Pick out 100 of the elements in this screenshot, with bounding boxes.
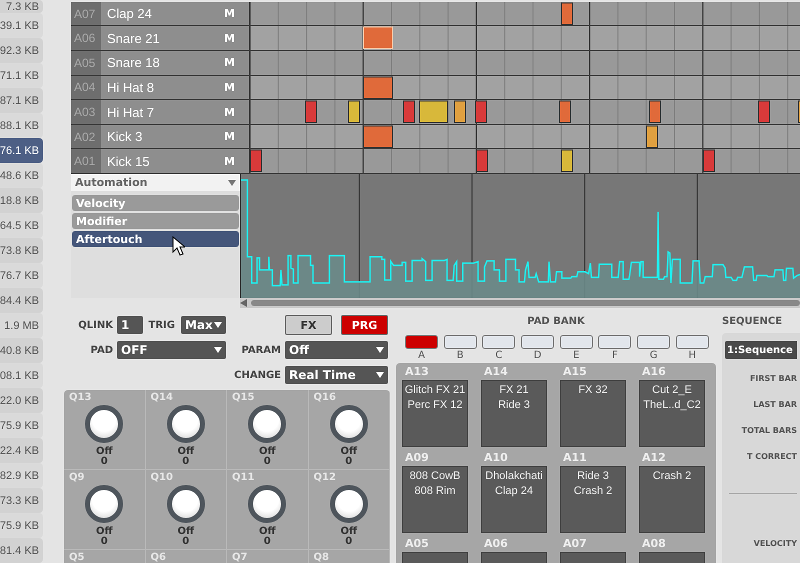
change-dropdown[interactable]: Real Time [285,366,388,384]
knob-param-name: Off [177,447,194,457]
track-name: Hi Hat 7 [101,100,224,124]
file-size-item[interactable]: 39.1 KB [0,13,43,38]
sequence-field-label: T CORRECT [746,450,797,462]
knob[interactable] [330,485,368,523]
file-size-item[interactable]: 40.8 KB [0,338,43,363]
pad[interactable]: Glitch FX 21 Perc FX 12 [402,380,468,447]
knob-value: 0 [100,537,108,547]
bank-button[interactable] [405,335,438,349]
knob-label: Q9 [69,472,84,483]
pad[interactable]: Ride 3 Crash 2 [560,466,626,533]
file-size-item[interactable]: 18.8 KB [0,188,43,213]
scroll-left-icon[interactable] [240,299,247,307]
file-size-item[interactable]: 75.9 KB [0,413,43,438]
knob-param-name: Off [340,447,358,457]
file-size-item[interactable]: 1.9 MB [0,313,43,338]
automation-lane-item[interactable]: Aftertouch [72,231,239,247]
knob-value: 0 [345,537,352,547]
knob[interactable] [330,405,368,443]
pad[interactable]: Cut 2_E TheL..d_C2 [639,380,705,447]
pad-sample-name: Crash 2 [574,485,612,497]
mute-button[interactable]: M [224,2,249,26]
pad-sample-name: TheL..d_C2 [643,399,701,411]
file-size-item[interactable]: 88.1 KB [0,113,43,138]
file-size-item[interactable]: 76.1 KB [0,138,43,163]
knob[interactable] [85,405,124,443]
mute-button[interactable]: M [224,51,249,75]
file-size-item[interactable]: 73.8 KB [0,238,43,263]
bank-button[interactable] [560,335,593,349]
mode-button[interactable]: FX [285,315,332,335]
file-size-item[interactable]: 22.4 KB [0,438,43,463]
file-size-item[interactable]: 22.0 KB [0,388,43,413]
trig-dropdown[interactable]: Max [180,316,226,334]
bank-button[interactable] [598,335,632,349]
knob-param-name: Off [258,527,276,537]
knob[interactable] [248,405,286,443]
pad-sample-name: Perc FX 12 [407,399,463,411]
pad-dropdown[interactable]: OFF [117,341,226,359]
pad[interactable]: 808 CowB 808 Rim [402,466,468,533]
knob[interactable] [166,485,205,523]
pad-id: A08 [642,537,667,552]
file-size-item[interactable]: 08.1 KB [0,363,43,388]
mute-button[interactable]: M [224,100,249,124]
pad[interactable]: Crash 2 [639,466,705,533]
file-size-item[interactable]: 73.3 KB [0,488,43,513]
file-size-item[interactable]: 71.1 KB [0,63,43,88]
automation-dropdown[interactable]: Automation [71,174,240,191]
pad[interactable]: FX 32 [560,380,626,447]
pad-id: A16 [642,365,667,380]
qlink-field[interactable]: 1 [117,316,143,334]
mute-button[interactable]: M [224,124,249,148]
scrollbar-thumb[interactable] [251,300,800,306]
mode-button[interactable]: PRG [341,315,388,335]
file-size-item[interactable]: 82.9 KB [0,463,43,488]
pad-sample-name: 808 CowB [410,470,460,482]
bank-letter: B [456,350,464,361]
mute-button[interactable]: M [224,149,249,173]
file-size-item[interactable]: 84.4 KB [0,288,43,313]
pad[interactable]: Dholakchati Clap 24 [481,466,547,533]
bank-button[interactable] [676,335,709,349]
knob[interactable] [166,405,205,443]
bank-button[interactable] [521,335,554,349]
bank-button[interactable] [482,335,516,349]
pad-id: A12 [642,451,667,466]
file-size-item[interactable]: 81.4 KB [0,538,43,563]
pad-sample-name: Glitch FX 21 [404,384,466,396]
caret-icon [376,372,384,378]
file-size-item[interactable]: 48.6 KB [0,163,43,188]
file-size-item[interactable]: 92.3 KB [0,38,43,63]
param-dropdown[interactable]: Off [285,341,388,359]
knob[interactable] [85,485,124,523]
sequence-field-label: TOTAL BARS [742,424,797,436]
pad-id: A06 [484,537,509,552]
qlink-label: QLINK [77,320,113,330]
file-size-item[interactable]: 75.9 KB [0,513,43,538]
mute-button[interactable]: M [224,26,249,50]
sequence-dropdown[interactable]: 1:Sequence [725,341,797,359]
automation-lane-item[interactable]: Modifier [72,213,239,229]
sequence-field-label: FIRST BAR [750,372,797,384]
pad[interactable]: FX 21 Ride 3 [481,380,547,447]
knob-param-name: Off [340,527,358,537]
trig-label: TRIG [148,320,175,330]
file-size-item[interactable]: 7.3 KB [0,0,43,13]
automation-lane-item[interactable]: Velocity [72,195,239,211]
file-size-item[interactable]: 76.7 KB [0,263,43,288]
file-size-item[interactable]: 87.1 KB [0,88,43,113]
knob-param-name: Off [258,447,276,457]
pad-id: A14 [484,365,509,380]
bank-button[interactable] [637,335,670,349]
file-size-item[interactable]: 64.5 KB [0,213,43,238]
change-label: CHANGE [233,370,281,380]
bank-button[interactable] [444,335,477,349]
bank-letter: F [612,350,618,361]
mute-button[interactable]: M [224,76,249,100]
sequence-title: SEQUENCE [722,316,784,329]
knob[interactable] [248,485,286,523]
knob-label: Q10 [150,472,173,483]
pad-label: PAD [90,344,113,356]
caret-icon [228,180,236,186]
